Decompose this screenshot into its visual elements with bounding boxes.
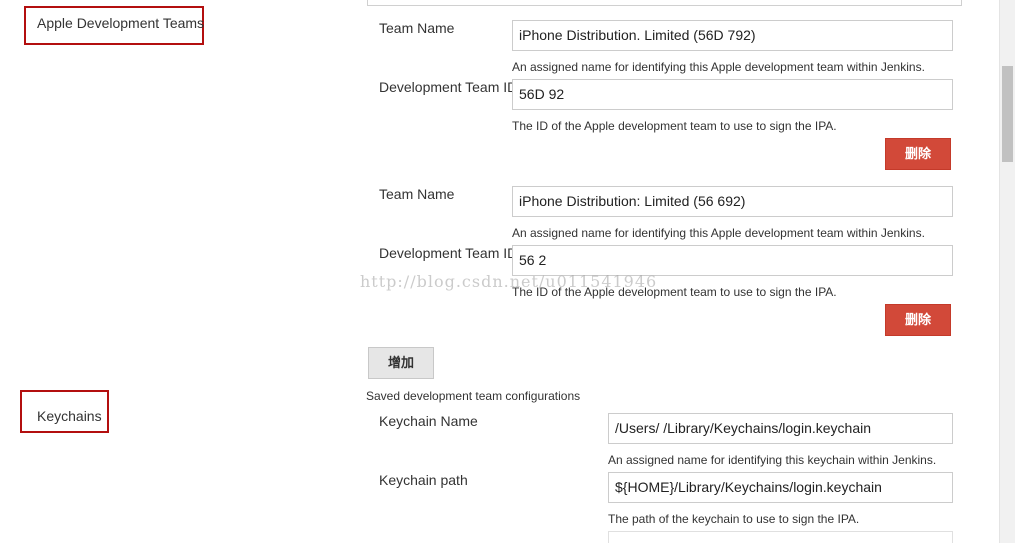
scrollbar-thumb[interactable]: [1002, 66, 1013, 162]
team-name-input[interactable]: iPhone Distribution: Limited (56 692): [512, 186, 953, 217]
keychain-path-help: The path of the keychain to use to sign …: [608, 512, 860, 526]
team-name-help: An assigned name for identifying this Ap…: [512, 60, 925, 74]
watermark-text: http://blog.csdn.net/u011541946: [360, 272, 658, 291]
saved-configs-text: Saved development team configurations: [366, 389, 581, 403]
keychains-label: Keychains: [37, 408, 102, 424]
keychain-path-label: Keychain path: [379, 472, 468, 488]
apple-development-teams-label: Apple Development Teams: [37, 15, 205, 31]
keychain-path-input[interactable]: ${HOME}/Library/Keychains/login.keychain: [608, 472, 953, 503]
team-id-label: Development Team ID: [379, 245, 518, 261]
keychain-name-input[interactable]: /Users/ /Library/Keychains/login.keychai…: [608, 413, 953, 444]
next-field-partial: [608, 531, 953, 543]
team-name-help: An assigned name for identifying this Ap…: [512, 226, 925, 240]
team-id-input[interactable]: 56D 92: [512, 79, 953, 110]
delete-team-button[interactable]: 删除: [885, 138, 951, 170]
keychain-name-help: An assigned name for identifying this ke…: [608, 453, 937, 467]
delete-team-button[interactable]: 删除: [885, 304, 951, 336]
team-id-help: The ID of the Apple development team to …: [512, 119, 837, 133]
team-name-label: Team Name: [379, 186, 455, 202]
keychain-name-label: Keychain Name: [379, 413, 478, 429]
add-team-button[interactable]: 增加: [368, 347, 434, 379]
team-id-label: Development Team ID: [379, 79, 518, 95]
team-name-input[interactable]: iPhone Distribution. Limited (56D 792): [512, 20, 953, 51]
previous-field-box: [367, 0, 962, 6]
team-name-label: Team Name: [379, 20, 455, 36]
